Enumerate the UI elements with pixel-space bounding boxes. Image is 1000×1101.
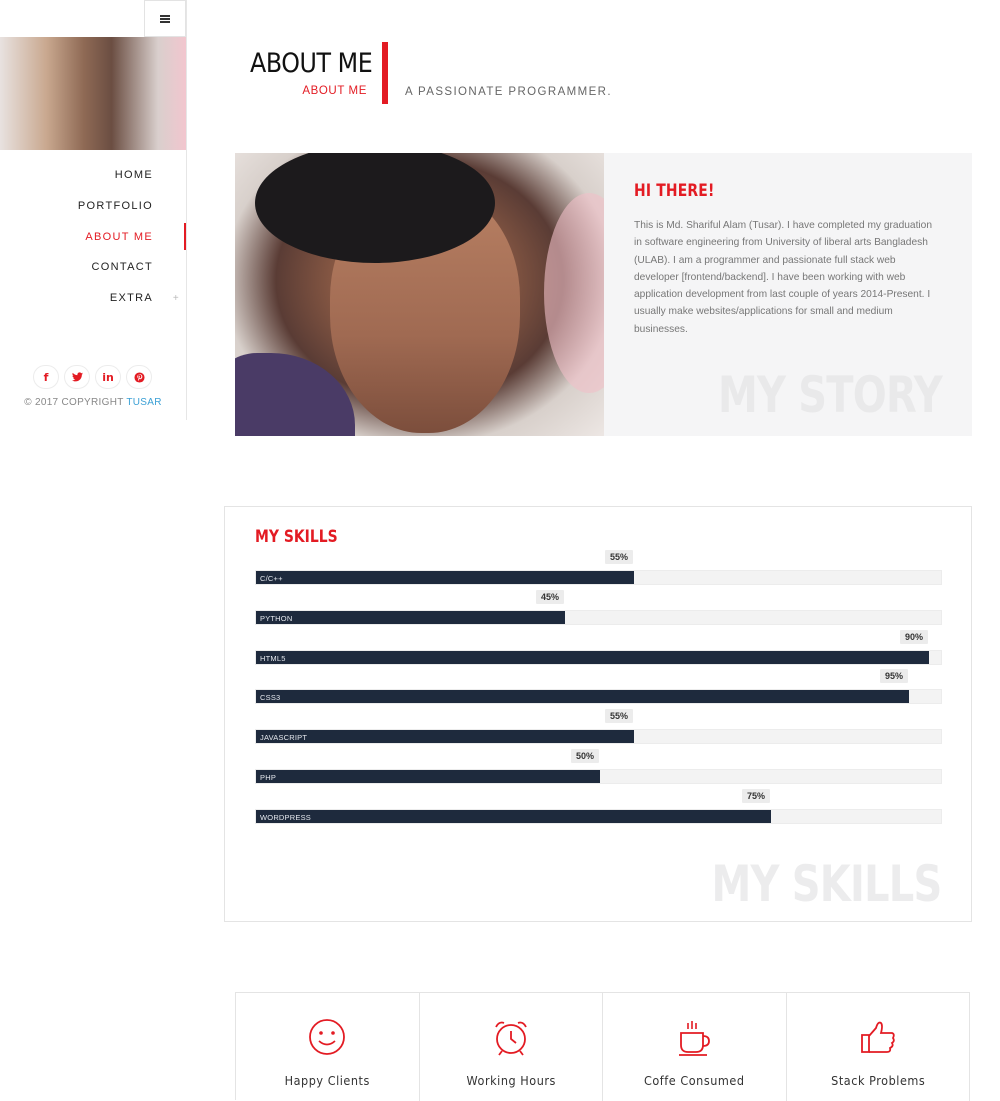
- skill-track: WORDPRESS: [255, 808, 942, 824]
- expand-plus-icon[interactable]: +: [173, 293, 180, 304]
- story-text: This is Md. Shariful Alam (Tusar). I hav…: [634, 220, 933, 335]
- stat-working-hours: Working Hours: [420, 993, 603, 1101]
- menu-toggle-button[interactable]: [144, 0, 186, 37]
- page-title: ABOUT ME: [250, 48, 373, 79]
- page-subtitle: ABOUT ME: [302, 85, 367, 97]
- story-watermark: MY STORY: [718, 366, 943, 424]
- stat-coffee-consumed: Coffe Consumed: [603, 993, 787, 1101]
- skill-percent-badge: 90%: [900, 629, 929, 644]
- skill-track: CSS3: [255, 689, 942, 705]
- hamburger-icon: [160, 14, 170, 23]
- skill-name: JAVASCRIPT: [260, 733, 308, 743]
- skill-track: C/C++: [255, 570, 942, 585]
- story-card: HI THERE! This is Md. Shariful Alam (Tus…: [604, 153, 972, 436]
- skill-percent-badge: 50%: [571, 749, 600, 763]
- nav-item-contact[interactable]: CONTACT: [0, 252, 186, 283]
- linkedin-icon[interactable]: in: [95, 365, 121, 389]
- stat-label: Stack Problems: [830, 1073, 925, 1088]
- nav-item-portfolio[interactable]: PORTFOLIO: [0, 191, 186, 222]
- stat-happy-clients: Happy Clients: [236, 993, 420, 1101]
- main-nav: HOME PORTFOLIO ABOUT ME CONTACT EXTRA +: [0, 160, 186, 313]
- coffee-cup-icon: [679, 1021, 711, 1056]
- alarm-clock-icon: [494, 1021, 527, 1056]
- page-tagline: A PASSIONATE PROGRAMMER.: [405, 86, 612, 98]
- smiley-icon: [309, 1019, 346, 1055]
- skill-fill: PHP: [256, 770, 600, 783]
- skill-percent-badge: 45%: [536, 589, 565, 604]
- skills-heading: MY SKILLS: [255, 527, 338, 547]
- skill-track: HTML5: [255, 649, 942, 665]
- stat-label: Happy Clients: [284, 1073, 370, 1088]
- skill-bar: 75% WORDPRESS: [255, 788, 942, 829]
- skill-fill: HTML5: [256, 650, 929, 664]
- twitter-icon[interactable]: [64, 365, 90, 389]
- nav-item-about-me[interactable]: ABOUT ME: [0, 221, 186, 252]
- skill-name: PYTHON: [260, 613, 293, 623]
- skill-bar: 50% PHP: [255, 749, 942, 789]
- skill-name: C/C++: [260, 574, 283, 583]
- skill-fill: CSS3: [256, 690, 909, 704]
- profile-photo: [0, 37, 186, 150]
- pinterest-icon[interactable]: [126, 365, 152, 389]
- skill-bar: 55% JAVASCRIPT: [255, 709, 942, 749]
- social-links: f in: [33, 365, 152, 389]
- skill-bar: 90% HTML5: [255, 629, 942, 670]
- skill-fill: WORDPRESS: [256, 809, 771, 823]
- copyright: © 2017 COPYRIGHT TUSAR: [0, 397, 186, 408]
- copyright-brand-link[interactable]: TUSAR: [126, 397, 161, 408]
- skill-percent-badge: 55%: [605, 550, 634, 564]
- portrait-photo: [235, 153, 604, 436]
- thumbs-up-icon: [860, 1021, 895, 1053]
- copyright-text: © 2017 COPYRIGHT: [24, 397, 124, 408]
- stats-section: Happy Clients Working Hours Coffe Consum…: [235, 992, 970, 1101]
- skill-bar: 95% CSS3: [255, 669, 942, 709]
- nav-item-home[interactable]: HOME: [0, 160, 186, 191]
- skill-name: CSS3: [260, 693, 281, 703]
- facebook-icon[interactable]: f: [33, 365, 59, 389]
- skill-name: PHP: [260, 773, 277, 782]
- nav-item-extra[interactable]: EXTRA +: [0, 283, 186, 314]
- stat-label: Working Hours: [466, 1073, 556, 1088]
- skill-track: PHP: [255, 769, 942, 784]
- skills-section: MY SKILLS 55% C/C++ 45% PYTHON 90% HTML5 95% CS…: [224, 506, 972, 922]
- skill-fill: JAVASCRIPT: [256, 730, 634, 744]
- story-heading: HI THERE!: [634, 181, 715, 201]
- title-accent-bar: [382, 42, 388, 104]
- skill-track: JAVASCRIPT: [255, 729, 942, 745]
- story-section: HI THERE! This is Md. Shariful Alam (Tus…: [235, 153, 972, 436]
- skill-bar: 45% PYTHON: [255, 589, 942, 630]
- skill-fill: PYTHON: [256, 610, 565, 624]
- skill-percent-badge: 55%: [605, 709, 634, 724]
- skill-fill: C/C++: [256, 571, 634, 584]
- skills-watermark: MY SKILLS: [711, 855, 942, 913]
- sidebar: HOME PORTFOLIO ABOUT ME CONTACT EXTRA + f…: [0, 0, 187, 420]
- skill-percent-badge: 95%: [880, 669, 909, 684]
- skill-name: HTML5: [260, 653, 286, 663]
- skill-bar: 55% C/C++: [255, 550, 942, 590]
- skill-percent-badge: 75%: [742, 788, 771, 803]
- skill-track: PYTHON: [255, 609, 942, 625]
- skill-name: WORDPRESS: [260, 812, 311, 822]
- stat-label: Coffe Consumed: [643, 1073, 745, 1088]
- stat-stack-problems: Stack Problems: [787, 993, 970, 1101]
